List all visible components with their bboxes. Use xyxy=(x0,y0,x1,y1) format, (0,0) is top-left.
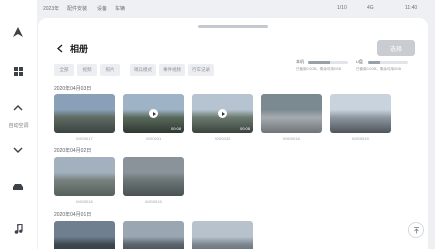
play-icon xyxy=(149,109,158,118)
filter-dashcam[interactable]: 行车记录 xyxy=(188,64,214,76)
fan-down-icon[interactable] xyxy=(5,140,31,160)
filter-event[interactable]: 事件视频 xyxy=(159,64,185,76)
thumb-caption: IMG0015 xyxy=(145,199,162,204)
drag-handle[interactable] xyxy=(198,25,268,28)
status-text: 车辆 xyxy=(115,6,126,12)
app-grid-icon[interactable] xyxy=(5,61,31,81)
status-text: 1/10 xyxy=(337,5,347,11)
fan-up-icon[interactable] xyxy=(5,98,31,118)
filter-all[interactable]: 全部 xyxy=(54,64,74,76)
storage-bar xyxy=(308,61,348,64)
storage-detail: 已使用0.0GB，剩余可用0GB xyxy=(356,67,401,71)
back-button[interactable] xyxy=(54,41,66,55)
media-thumbnail[interactable] xyxy=(192,221,253,249)
date-header: 2020年04月02日 xyxy=(54,148,92,154)
media-thumbnail[interactable] xyxy=(330,94,391,133)
navigation-arrow-icon[interactable] xyxy=(5,22,31,42)
filter-photo[interactable]: 照片 xyxy=(100,64,120,76)
storage-fill xyxy=(308,61,330,64)
media-thumbnail[interactable]: 00:08 xyxy=(123,94,184,133)
video-duration: 00:08 xyxy=(239,126,250,131)
status-text: 4G xyxy=(367,5,374,11)
thumb-caption: VID0032 xyxy=(214,136,231,141)
scroll-to-top-button[interactable] xyxy=(408,222,424,238)
media-thumbnail[interactable] xyxy=(261,94,322,133)
storage-fill xyxy=(368,61,380,64)
media-thumbnail[interactable] xyxy=(54,94,115,133)
climate-caption: 自动空调 xyxy=(8,123,29,129)
video-duration: 00:08 xyxy=(170,126,181,131)
thumb-caption: IMG0017 xyxy=(76,136,93,141)
storage-local: 本机 已使用0.0GB，剩余可用0GB xyxy=(296,59,352,79)
page-title: 相册 xyxy=(70,44,89,54)
music-note-icon[interactable] xyxy=(5,219,31,239)
clock: 11:40 xyxy=(405,5,418,11)
status-text: 设备 xyxy=(97,6,108,12)
storage-usb: U盘 已使用0.0GB，剩余可用0GB xyxy=(356,59,412,79)
arrow-up-icon xyxy=(413,226,419,233)
filter-sentry[interactable]: 哨兵模式 xyxy=(130,64,156,76)
media-thumbnail[interactable] xyxy=(123,157,184,196)
filter-video[interactable]: 视频 xyxy=(77,64,97,76)
storage-detail: 已使用0.0GB，剩余可用0GB xyxy=(296,67,341,71)
select-button[interactable]: 选择 xyxy=(377,40,415,56)
media-thumbnail[interactable] xyxy=(54,157,115,196)
thumb-caption: IMG0016 xyxy=(76,199,93,204)
chevron-left-icon xyxy=(57,44,63,52)
sidebar: 自动空调 xyxy=(0,0,37,249)
media-thumbnail[interactable]: 00:08 xyxy=(192,94,253,133)
thumb-caption: IMG0019 xyxy=(352,136,369,141)
storage-bar xyxy=(368,61,408,64)
status-text: 2023年 xyxy=(43,6,60,12)
car-icon[interactable] xyxy=(5,177,31,197)
date-header: 2020年04月01日 xyxy=(54,212,92,218)
thumb-caption: IMG0018 xyxy=(283,136,300,141)
media-thumbnail[interactable] xyxy=(123,221,184,249)
play-icon xyxy=(218,109,227,118)
status-bar: 2023年 配件安装 设备 车辆 1/10 4G 11:40 xyxy=(37,0,435,16)
storage-label: U盘 xyxy=(356,59,363,64)
date-header: 2020年04月03日 xyxy=(54,86,92,92)
media-thumbnail[interactable] xyxy=(54,221,115,249)
storage-label: 本机 xyxy=(296,59,304,64)
thumb-caption: VID0031 xyxy=(145,136,162,141)
status-text: 配件安装 xyxy=(67,6,88,12)
album-panel: 相册 选择 全部 视频 照片 哨兵模式 事件视频 行车记录 本机 已使用0.0G… xyxy=(38,18,428,249)
